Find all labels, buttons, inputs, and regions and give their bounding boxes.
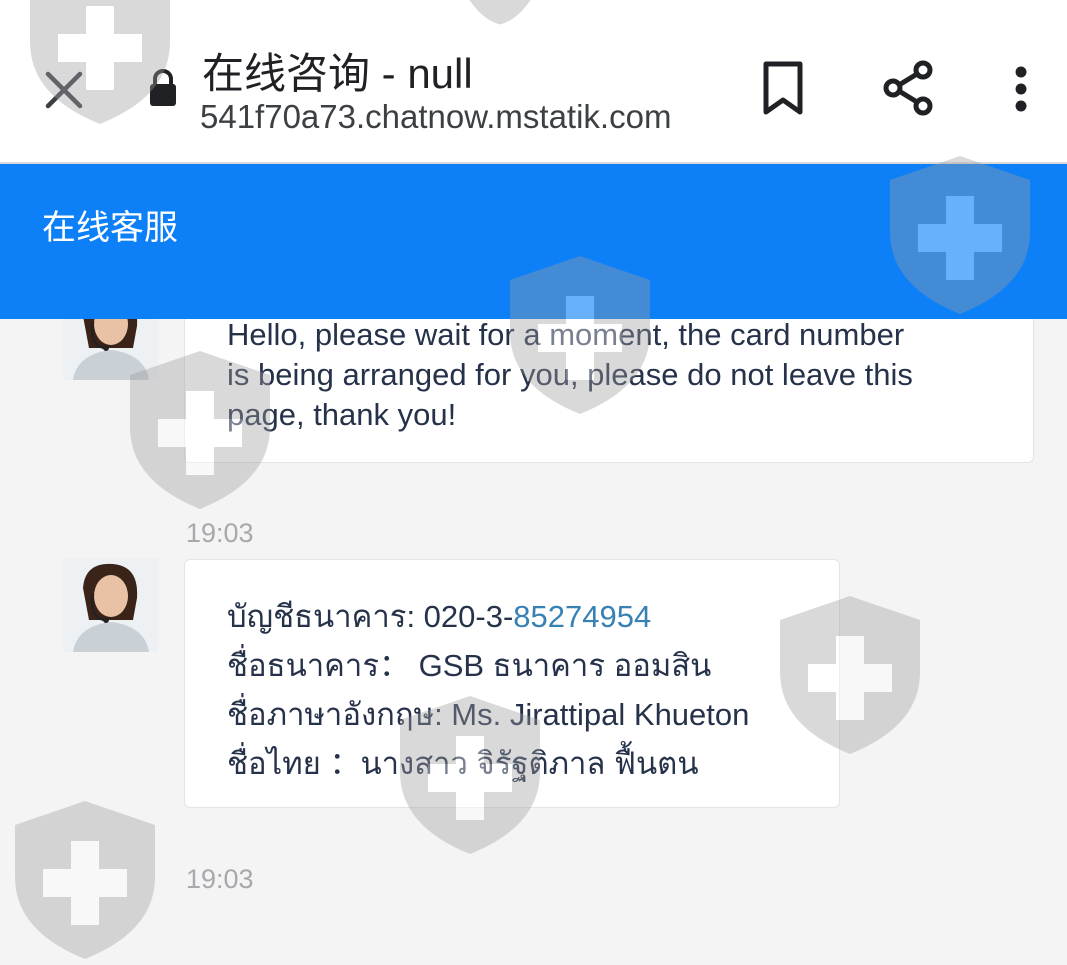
account-number-link[interactable]: 85274954 [513,599,651,634]
lock-icon [150,69,176,106]
message-text: Hello, please wait for a moment, the car… [227,317,913,432]
thai-name-line: ชื่อไทย ：นางสาว จิรัฐติภาล ฟื้นตน [227,746,699,781]
more-vert-icon[interactable] [1004,64,1038,114]
bank-account-line: บัญชีธนาคาร: 020-3-85274954 [227,592,839,641]
agent-avatar-image [63,558,158,652]
shield-plus-icon [15,801,155,959]
chat-header: 在线客服 [0,164,1067,319]
message-timestamp: 19:03 [186,518,254,548]
page-title: 在线咨询 - null [202,50,473,97]
close-icon[interactable] [40,66,88,114]
browser-toolbar: 在线咨询 - null 541f70a73.chatnow.mstatik.co… [0,0,1067,164]
share-icon[interactable] [880,58,936,118]
agent-avatar [63,558,158,652]
chat-header-title: 在线客服 [42,209,178,247]
bank-name-line: ชื่อธนาคาร： GSB ธนาคาร ออมสิน [227,648,712,683]
bank-account-label: บัญชีธนาคาร: 020-3- [227,599,514,634]
page-url[interactable]: 541f70a73.chatnow.mstatik.com [200,98,671,136]
message-bubble: บัญชีธนาคาร: 020-3-85274954 ชื่อธนาคาร： … [184,559,840,808]
bookmark-icon[interactable] [760,60,806,116]
message-timestamp: 19:03 [186,864,254,894]
english-name-line: ชื่อภาษาอังกฤษ: Ms. Jirattipal Khueton [227,697,750,732]
